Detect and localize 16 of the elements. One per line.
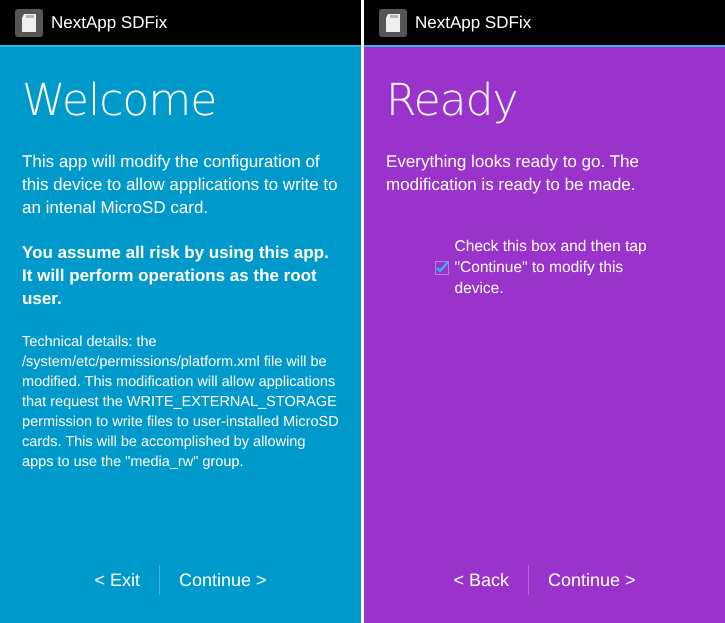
description-text: Everything looks ready to go. The modification is ready to be made. (386, 151, 640, 196)
page-heading: Welcome (22, 75, 218, 126)
warning-text: You assume all risk by using this app. It will perform operations as the root user. (22, 242, 330, 310)
checkbox-label: Check this box and then tap "Continue" to modify this device. (454, 237, 648, 299)
checkbox[interactable] (434, 260, 448, 274)
details-text: Technical details: the /system/etc/permissions/platform.xml file will be modified. This modification will allow applications that request the WRITE_EXTERNAL_STORAGE permission to write files to user-installed MicroSD cards. This will be accomplished by allowing apps to use the "media_rw" group. (22, 333, 339, 472)
description-text: This app will modify the configuration of this device to allow applications to write to an intenal MicroSD card. (22, 151, 339, 219)
back-button[interactable]: < Back (443, 566, 519, 594)
sd-card-icon (15, 8, 43, 36)
app-title: NextApp SDFix (415, 12, 532, 32)
sd-card-icon (379, 8, 407, 36)
app-title: NextApp SDFix (51, 12, 168, 32)
continue-button[interactable]: Continue > (538, 566, 646, 594)
page-heading: Ready (386, 75, 519, 126)
continue-button[interactable]: Continue > (168, 566, 277, 594)
back-button[interactable]: < Exit (84, 566, 150, 594)
